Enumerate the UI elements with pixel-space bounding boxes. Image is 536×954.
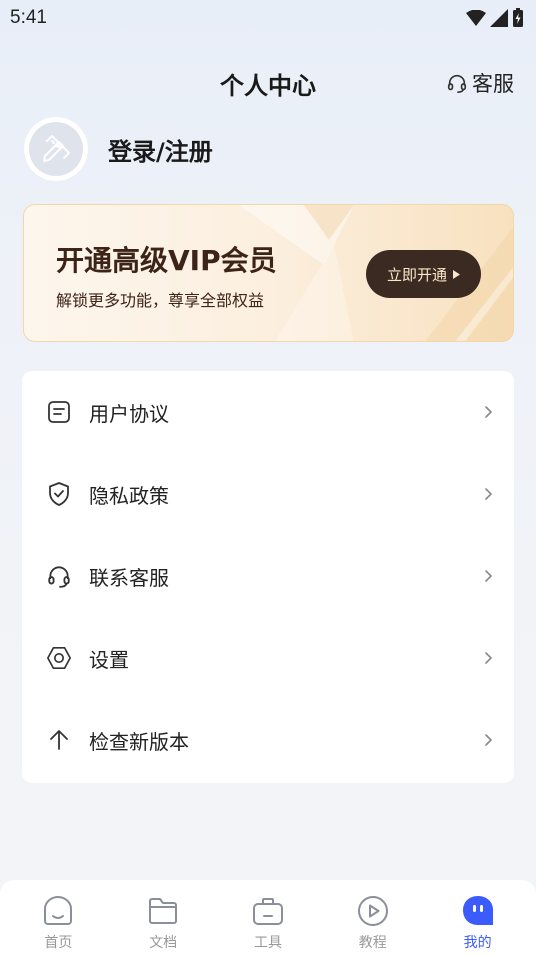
customer-service-button[interactable]: 客服 [446,68,514,98]
menu-item-settings[interactable]: 设置 [22,617,514,699]
tab-documents[interactable]: 文档 [123,894,203,952]
shield-check-icon [46,481,72,507]
menu-item-label: 联系客服 [89,565,169,590]
chevron-right-icon [485,570,493,582]
signal-icon [490,9,508,27]
tab-label: 工具 [253,935,282,951]
chevron-right-icon [485,652,493,664]
profile-bubble-icon [460,894,496,928]
menu-item-check-update[interactable]: 检查新版本 [22,699,514,781]
vip-subtitle: 解锁更多功能，尊享全部权益 [56,291,265,310]
chevron-right-icon [485,734,493,746]
vip-open-button-label: 立即开通 [386,265,447,284]
chevron-right-icon [485,488,493,500]
wifi-icon [466,10,486,26]
status-bar: 5:41 [0,0,536,36]
home-smile-icon [40,894,76,928]
tab-label: 教程 [358,935,387,951]
vip-banner[interactable]: 开通高级VIP会员 解锁更多功能，尊享全部权益 立即开通 [23,204,514,342]
tab-mine[interactable]: 我的 [438,894,518,952]
play-triangle-icon [453,269,460,279]
menu-item-label: 用户协议 [89,401,169,426]
vip-title: 开通高级VIP会员 [56,244,277,277]
profile-section[interactable]: 登录/注册 [24,117,213,181]
battery-icon [513,8,523,27]
menu-item-user-agreement[interactable]: 用户协议 [22,371,514,453]
login-register-link[interactable]: 登录/注册 [108,132,213,167]
tab-label: 文档 [149,935,178,951]
tab-label: 我的 [463,935,492,951]
system-icons [466,8,524,28]
tab-tutorials[interactable]: 教程 [333,894,413,952]
document-icon [46,399,72,425]
tab-label: 首页 [44,935,73,951]
play-circle-icon [355,894,391,928]
menu-item-label: 设置 [89,647,129,672]
menu-item-contact-service[interactable]: 联系客服 [22,535,514,617]
settings-hexagon-icon [46,645,72,671]
avatar[interactable] [24,117,88,181]
vip-open-button[interactable]: 立即开通 [366,250,481,298]
headset-icon [46,563,72,589]
folder-icon [145,894,181,928]
page-header: 个人中心 客服 [0,60,536,108]
settings-menu: 用户协议 隐私政策 联系客服 设置 检查新版本 [22,371,514,783]
status-time: 5:41 [10,7,47,28]
headset-icon [447,74,467,93]
customer-service-label: 客服 [472,72,514,96]
menu-item-privacy-policy[interactable]: 隐私政策 [22,453,514,535]
toolbox-icon [250,894,286,928]
pencil-ruler-icon [43,135,70,162]
menu-item-label: 检查新版本 [89,729,189,754]
bottom-tab-bar: 首页 文档 工具 教程 我的 [0,880,536,954]
arrow-up-icon [46,727,72,753]
tab-home[interactable]: 首页 [18,894,98,952]
chevron-right-icon [485,406,493,418]
tab-tools[interactable]: 工具 [228,894,308,952]
menu-item-label: 隐私政策 [89,483,169,508]
